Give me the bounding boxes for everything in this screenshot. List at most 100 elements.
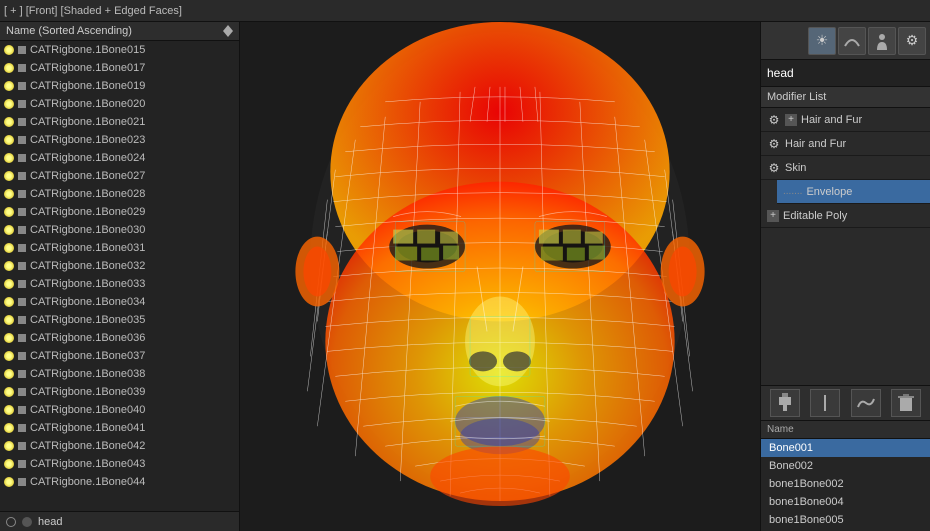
list-item[interactable]: CATRigbone.1Bone028 bbox=[0, 185, 239, 203]
box-icon bbox=[18, 226, 26, 234]
item-name: CATRigbone.1Bone037 bbox=[30, 350, 145, 362]
item-name: CATRigbone.1Bone043 bbox=[30, 458, 145, 470]
item-name: CATRigbone.1Bone019 bbox=[30, 80, 145, 92]
list-item[interactable]: CATRigbone.1Bone037 bbox=[0, 347, 239, 365]
item-name: CATRigbone.1Bone031 bbox=[30, 242, 145, 254]
box-icon bbox=[18, 298, 26, 306]
bar-button[interactable] bbox=[810, 389, 840, 417]
list-header: Name (Sorted Ascending) bbox=[0, 22, 239, 41]
person-icon-btn[interactable] bbox=[868, 27, 896, 55]
status-label: head bbox=[38, 516, 62, 528]
mod-name: Envelope bbox=[806, 186, 852, 198]
pin-button[interactable] bbox=[770, 389, 800, 417]
list-item[interactable]: CATRigbone.1Bone023 bbox=[0, 131, 239, 149]
mod-name: Skin bbox=[785, 162, 806, 174]
list-item[interactable]: CATRigbone.1Bone035 bbox=[0, 311, 239, 329]
mod-name: Hair and Fur bbox=[801, 114, 862, 126]
box-icon bbox=[18, 190, 26, 198]
list-item[interactable]: CATRigbone.1Bone024 bbox=[0, 149, 239, 167]
bone-item[interactable]: bone1Bone004 bbox=[761, 493, 930, 511]
list-item[interactable]: CATRigbone.1Bone031 bbox=[0, 239, 239, 257]
bone-list[interactable]: Bone001Bone002bone1Bone002bone1Bone004bo… bbox=[761, 439, 930, 531]
bulb-icon bbox=[4, 279, 14, 289]
modifier-item-envelope[interactable]: .......Envelope bbox=[777, 180, 930, 204]
modifier-stack[interactable]: ⚙ + Hair and Fur ⚙Hair and Fur ⚙ Skin .......E… bbox=[761, 108, 930, 385]
scroll-arrow-icon bbox=[223, 25, 233, 37]
bulb-icon bbox=[4, 387, 14, 397]
list-item[interactable]: CATRigbone.1Bone029 bbox=[0, 203, 239, 221]
box-icon bbox=[18, 460, 26, 468]
modifier-item-editable-poly[interactable]: +Editable Poly bbox=[761, 204, 930, 228]
list-item[interactable]: CATRigbone.1Bone030 bbox=[0, 221, 239, 239]
item-name: CATRigbone.1Bone028 bbox=[30, 188, 145, 200]
list-item[interactable]: CATRigbone.1Bone034 bbox=[0, 293, 239, 311]
viewport-label: [ + ] [Front] [Shaded + Edged Faces] bbox=[4, 5, 182, 17]
list-item[interactable]: CATRigbone.1Bone017 bbox=[0, 59, 239, 77]
box-icon bbox=[18, 118, 26, 126]
item-name: CATRigbone.1Bone029 bbox=[30, 206, 145, 218]
bulb-icon bbox=[4, 261, 14, 271]
item-name: CATRigbone.1Bone020 bbox=[30, 98, 145, 110]
bulb-icon bbox=[4, 243, 14, 253]
box-icon bbox=[18, 478, 26, 486]
box-icon bbox=[18, 316, 26, 324]
viewport[interactable] bbox=[240, 22, 760, 531]
top-bar: [ + ] [Front] [Shaded + Edged Faces] bbox=[0, 0, 930, 22]
sun-icon-btn[interactable]: ☀ bbox=[808, 27, 836, 55]
bone-item[interactable]: bone1Bone002 bbox=[761, 475, 930, 493]
box-icon bbox=[18, 352, 26, 360]
list-item[interactable]: CATRigbone.1Bone039 bbox=[0, 383, 239, 401]
modifier-item-skin[interactable]: ⚙ Skin bbox=[761, 156, 930, 180]
mod-plus-icon[interactable]: + bbox=[785, 114, 797, 126]
item-name: CATRigbone.1Bone038 bbox=[30, 368, 145, 380]
list-item[interactable]: CATRigbone.1Bone032 bbox=[0, 257, 239, 275]
list-item[interactable]: CATRigbone.1Bone042 bbox=[0, 437, 239, 455]
box-icon bbox=[18, 262, 26, 270]
bone-section: Name Bone001Bone002bone1Bone002bone1Bone… bbox=[761, 421, 930, 531]
list-item[interactable]: CATRigbone.1Bone038 bbox=[0, 365, 239, 383]
item-name: CATRigbone.1Bone027 bbox=[30, 170, 145, 182]
list-item[interactable]: CATRigbone.1Bone015 bbox=[0, 41, 239, 59]
box-icon bbox=[18, 334, 26, 342]
list-header-label: Name (Sorted Ascending) bbox=[6, 25, 132, 37]
modifier-item-hair-fur-2[interactable]: ⚙Hair and Fur bbox=[761, 132, 930, 156]
list-item[interactable]: CATRigbone.1Bone020 bbox=[0, 95, 239, 113]
list-item[interactable]: CATRigbone.1Bone044 bbox=[0, 473, 239, 491]
item-name: CATRigbone.1Bone030 bbox=[30, 224, 145, 236]
list-item[interactable]: CATRigbone.1Bone036 bbox=[0, 329, 239, 347]
trash-button[interactable] bbox=[891, 389, 921, 417]
list-item[interactable]: CATRigbone.1Bone041 bbox=[0, 419, 239, 437]
bone-item[interactable]: bone1Bone005 bbox=[761, 511, 930, 529]
scene-list[interactable]: CATRigbone.1Bone015 CATRigbone.1Bone017 … bbox=[0, 41, 239, 511]
item-name: CATRigbone.1Bone015 bbox=[30, 44, 145, 56]
list-item[interactable]: CATRigbone.1Bone027 bbox=[0, 167, 239, 185]
bone-item[interactable]: Bone002 bbox=[761, 457, 930, 475]
list-item[interactable]: CATRigbone.1Bone019 bbox=[0, 77, 239, 95]
bone-item[interactable]: Bone001 bbox=[761, 439, 930, 457]
item-name: CATRigbone.1Bone044 bbox=[30, 476, 145, 488]
bulb-icon bbox=[4, 459, 14, 469]
item-name: CATRigbone.1Bone042 bbox=[30, 440, 145, 452]
bulb-icon bbox=[4, 63, 14, 73]
modifier-list-header: Modifier List bbox=[761, 87, 930, 108]
modifier-list-label: Modifier List bbox=[767, 91, 826, 103]
mod-gear-icon: ⚙ bbox=[767, 113, 781, 127]
item-name: CATRigbone.1Bone017 bbox=[30, 62, 145, 74]
bulb-icon bbox=[4, 189, 14, 199]
bulb-icon bbox=[4, 117, 14, 127]
wave-button[interactable] bbox=[851, 389, 881, 417]
status-dot-icon bbox=[22, 517, 32, 527]
object-name-input[interactable] bbox=[761, 60, 930, 87]
list-item[interactable]: CATRigbone.1Bone040 bbox=[0, 401, 239, 419]
arc-icon-btn[interactable] bbox=[838, 27, 866, 55]
mod-plus-icon[interactable]: + bbox=[767, 210, 779, 222]
box-icon bbox=[18, 64, 26, 72]
list-item[interactable]: CATRigbone.1Bone033 bbox=[0, 275, 239, 293]
gear-icon-btn[interactable]: ⚙ bbox=[898, 27, 926, 55]
main-layout: Name (Sorted Ascending) CATRigbone.1Bone… bbox=[0, 22, 930, 531]
bulb-icon bbox=[4, 315, 14, 325]
modifier-item-hair-fur-1[interactable]: ⚙ + Hair and Fur bbox=[761, 108, 930, 132]
list-item[interactable]: CATRigbone.1Bone043 bbox=[0, 455, 239, 473]
mod-gear-icon: ⚙ bbox=[767, 161, 781, 175]
list-item[interactable]: CATRigbone.1Bone021 bbox=[0, 113, 239, 131]
